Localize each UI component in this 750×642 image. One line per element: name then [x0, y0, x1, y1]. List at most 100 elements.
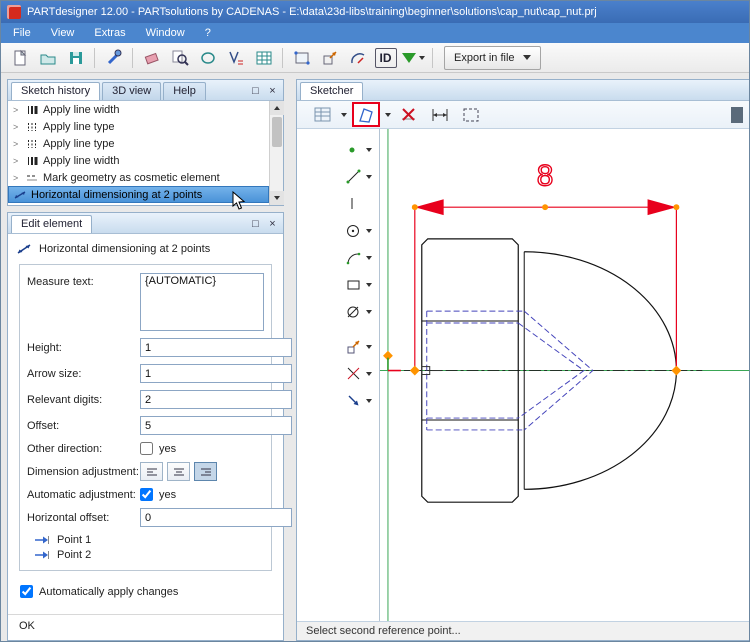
align-center-icon: [173, 468, 184, 475]
apply-changes-checkbox[interactable]: [20, 585, 33, 598]
table-button[interactable]: [250, 45, 277, 70]
scroll-down-icon[interactable]: [269, 191, 284, 205]
transfer-part-button[interactable]: [100, 45, 127, 70]
eraser-button[interactable]: [138, 45, 165, 70]
ellipse-icon: [200, 51, 215, 64]
offset-field[interactable]: [140, 416, 292, 435]
tab-3d-view[interactable]: 3D view: [102, 82, 162, 100]
horizontal-offset-field[interactable]: [140, 508, 292, 527]
arrow-size-field[interactable]: [140, 364, 292, 383]
tree-scrollbar[interactable]: [269, 101, 284, 205]
align-left-button[interactable]: [140, 462, 163, 481]
tree-item-selected[interactable]: Horizontal dimensioning at 2 points: [8, 186, 269, 203]
menu-help[interactable]: ?: [195, 24, 221, 42]
active-dimension-tool[interactable]: [352, 102, 380, 127]
tab-sketch-history[interactable]: Sketch history: [11, 82, 101, 100]
float-panel-icon[interactable]: □: [248, 216, 263, 231]
expander-icon[interactable]: >: [13, 139, 21, 149]
dimension-grip[interactable]: [411, 204, 418, 211]
dimension-grip[interactable]: [542, 204, 549, 211]
tab-sketcher[interactable]: Sketcher: [300, 82, 364, 100]
rectangle-tool[interactable]: [345, 276, 372, 293]
tree-item[interactable]: > Apply line type: [8, 118, 269, 135]
ok-button[interactable]: OK: [19, 620, 35, 632]
height-field[interactable]: [140, 338, 292, 357]
menu-window[interactable]: Window: [136, 24, 195, 42]
delete-dimension-button[interactable]: [396, 103, 422, 127]
menu-extras[interactable]: Extras: [84, 24, 135, 42]
dimension-arrow-tool[interactable]: [345, 392, 372, 409]
box-move-button[interactable]: [316, 45, 343, 70]
align-right-button[interactable]: [194, 462, 217, 481]
chevron-down-icon[interactable]: [366, 344, 372, 349]
color-dropdown-button[interactable]: [400, 45, 427, 70]
tree-item[interactable]: > Apply line width: [8, 101, 269, 118]
box-select-button[interactable]: [288, 45, 315, 70]
point1-row[interactable]: Point 1: [34, 534, 264, 546]
id-button[interactable]: ID: [372, 45, 399, 70]
measure-text-field[interactable]: {AUTOMATIC}: [140, 273, 264, 331]
tree-item[interactable]: > Mark geometry as cosmetic element: [8, 169, 269, 186]
tab-help[interactable]: Help: [163, 82, 206, 100]
relevant-digits-label: Relevant digits:: [27, 393, 103, 406]
chevron-down-icon[interactable]: [366, 147, 372, 152]
chevron-down-icon[interactable]: [366, 174, 372, 179]
line-tool[interactable]: [345, 168, 372, 185]
measure-button[interactable]: [344, 45, 371, 70]
expander-icon[interactable]: >: [13, 156, 21, 166]
tree-item[interactable]: > Apply line width: [8, 152, 269, 169]
transform-tool[interactable]: [345, 338, 372, 355]
reference-point-1[interactable]: [409, 365, 420, 376]
menu-view[interactable]: View: [41, 24, 85, 42]
export-label: Export in file: [454, 51, 515, 64]
slot-tool[interactable]: [345, 303, 372, 320]
dimension-value[interactable]: 8: [536, 159, 554, 193]
tab-edit-element[interactable]: Edit element: [11, 215, 93, 233]
save-button[interactable]: [62, 45, 89, 70]
new-file-button[interactable]: [6, 45, 33, 70]
circle-tool[interactable]: [345, 222, 372, 239]
open-file-button[interactable]: [34, 45, 61, 70]
automatic-adjustment-checkbox[interactable]: [140, 488, 153, 501]
status-text: Select second reference point...: [306, 625, 461, 637]
point-tool[interactable]: [345, 141, 372, 158]
chevron-down-icon[interactable]: [366, 255, 372, 260]
relevant-digits-field[interactable]: [140, 390, 292, 409]
variable-dimension-button[interactable]: [222, 45, 249, 70]
chevron-down-icon[interactable]: [341, 112, 347, 117]
dimension-grip[interactable]: [673, 204, 680, 211]
chevron-down-icon[interactable]: [366, 228, 372, 233]
tree-item[interactable]: > Apply line type: [8, 135, 269, 152]
scroll-thumb[interactable]: [271, 117, 282, 147]
chevron-down-icon[interactable]: [366, 309, 372, 314]
close-panel-icon[interactable]: ×: [265, 83, 280, 98]
horizontal-dimension-button[interactable]: [427, 103, 453, 127]
scroll-up-icon[interactable]: [269, 101, 284, 115]
circle-tool-button[interactable]: [194, 45, 221, 70]
expander-icon[interactable]: >: [13, 122, 21, 132]
point2-row[interactable]: Point 2: [34, 549, 264, 561]
arc-tool[interactable]: [345, 249, 372, 266]
zoom-sketch-button[interactable]: [166, 45, 193, 70]
sketch-canvas[interactable]: 8: [380, 129, 749, 621]
menu-file[interactable]: File: [3, 24, 41, 42]
other-direction-checkbox[interactable]: [140, 442, 153, 455]
chevron-down-icon[interactable]: [385, 112, 391, 117]
toolbar-overflow-button[interactable]: [731, 106, 743, 123]
export-in-file-button[interactable]: Export in file: [444, 45, 541, 70]
chevron-down-icon[interactable]: [366, 282, 372, 287]
close-panel-icon[interactable]: ×: [265, 216, 280, 231]
vertical-line-tool[interactable]: [344, 195, 372, 212]
chevron-down-icon[interactable]: [366, 398, 372, 403]
dimension-list-button[interactable]: [310, 103, 336, 127]
chevron-down-icon[interactable]: [366, 371, 372, 376]
expander-icon[interactable]: >: [13, 173, 21, 183]
trim-tool[interactable]: [345, 365, 372, 382]
expander-icon[interactable]: >: [13, 105, 21, 115]
selection-box-button[interactable]: [458, 103, 484, 127]
float-panel-icon[interactable]: □: [248, 83, 263, 98]
horizontal-dimension-icon: [432, 108, 448, 121]
align-center-button[interactable]: [167, 462, 190, 481]
open-folder-icon: [40, 54, 55, 64]
reference-point-2[interactable]: [671, 365, 682, 376]
